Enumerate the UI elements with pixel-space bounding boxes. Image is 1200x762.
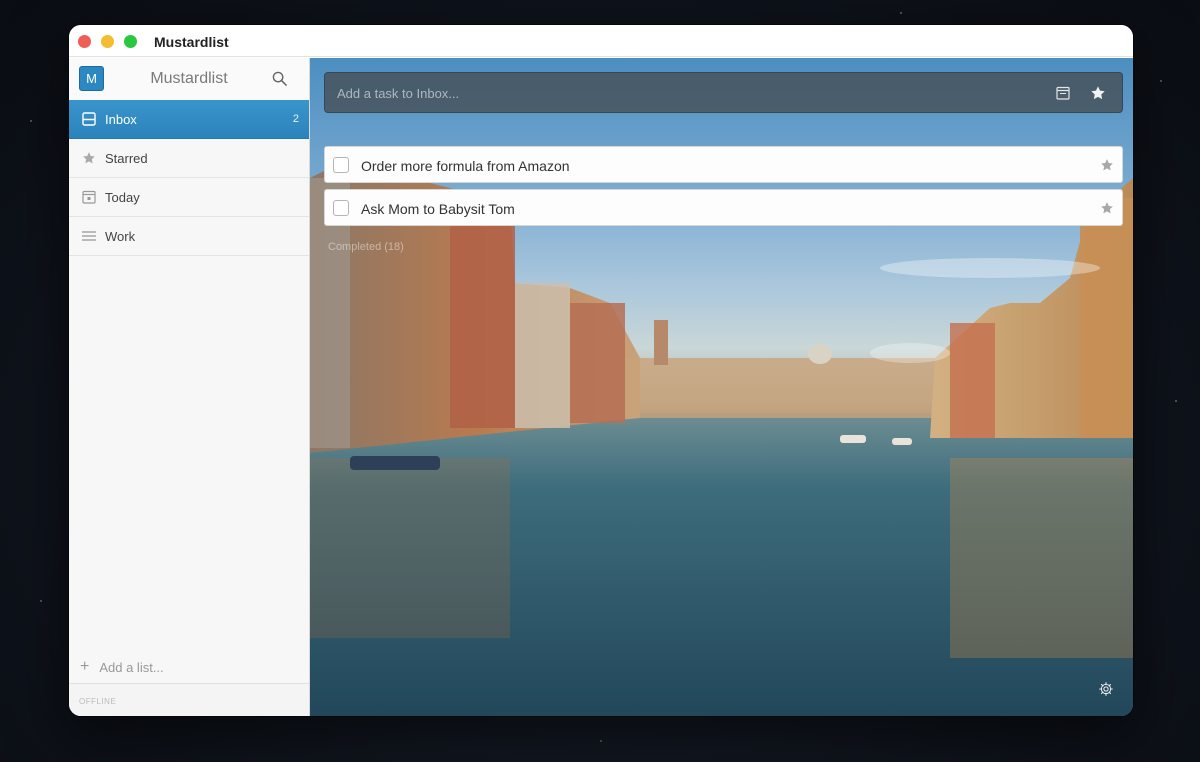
sidebar-item-today[interactable]: Today — [69, 178, 309, 217]
add-task-placeholder: Add a task to Inbox... — [337, 86, 460, 101]
task-checkbox[interactable] — [333, 157, 349, 173]
background-star — [40, 600, 42, 602]
add-list-label: Add a list... — [99, 659, 164, 675]
star-icon[interactable] — [1100, 201, 1114, 215]
background-star — [30, 120, 32, 122]
add-list-button[interactable]: + Add a list... — [69, 652, 309, 682]
gear-icon[interactable] — [1098, 681, 1114, 697]
background-star — [600, 740, 602, 742]
completed-toggle[interactable]: Completed (18) — [328, 241, 404, 253]
sidebar-item-label: Starred — [105, 150, 148, 166]
add-task-input[interactable]: Add a task to Inbox... — [324, 72, 1123, 113]
inbox-icon — [81, 111, 97, 127]
task-item[interactable]: Order more formula from Amazon — [324, 146, 1123, 183]
maximize-button[interactable] — [124, 35, 137, 48]
avatar[interactable]: M — [79, 66, 104, 91]
sidebar-item-label: Inbox — [105, 111, 137, 127]
sidebar-item-label: Work — [105, 228, 136, 244]
sidebar-footer: OFFLINE — [69, 683, 309, 716]
star-icon[interactable] — [1100, 158, 1114, 172]
app-window: Mustardlist M Mustardlist Inbox 2 Starre… — [69, 25, 1133, 716]
task-title[interactable]: Ask Mom to Babysit Tom — [361, 201, 515, 217]
search-icon[interactable] — [272, 71, 287, 86]
calendar-icon[interactable] — [1056, 86, 1070, 100]
task-title[interactable]: Order more formula from Amazon — [361, 158, 570, 174]
plus-icon: + — [80, 658, 90, 675]
sidebar-title: Mustardlist — [150, 70, 228, 87]
background-star — [900, 12, 902, 14]
sidebar-item-work[interactable]: Work — [69, 217, 309, 256]
background-star — [1160, 80, 1162, 82]
task-checkbox[interactable] — [333, 200, 349, 216]
sidebar-item-starred[interactable]: Starred — [69, 139, 309, 178]
minimize-button[interactable] — [101, 35, 114, 48]
sidebar: M Mustardlist Inbox 2 Starred Today Work… — [69, 58, 310, 716]
calendar-icon — [81, 189, 97, 205]
background-star — [1175, 400, 1177, 402]
sidebar-header: M Mustardlist — [69, 58, 309, 100]
close-button[interactable] — [78, 35, 91, 48]
sidebar-item-count: 2 — [292, 113, 299, 125]
list-icon — [81, 228, 97, 244]
sidebar-item-inbox[interactable]: Inbox 2 — [69, 100, 309, 139]
title-bar[interactable]: Mustardlist — [69, 25, 1133, 57]
connection-status: OFFLINE — [79, 697, 117, 706]
sidebar-item-label: Today — [105, 189, 140, 205]
star-icon — [81, 150, 97, 166]
window-title: Mustardlist — [154, 34, 229, 50]
task-item[interactable]: Ask Mom to Babysit Tom — [324, 189, 1123, 226]
task-area: Add a task to Inbox... Order more formul… — [310, 58, 1133, 716]
star-icon[interactable] — [1090, 85, 1106, 101]
